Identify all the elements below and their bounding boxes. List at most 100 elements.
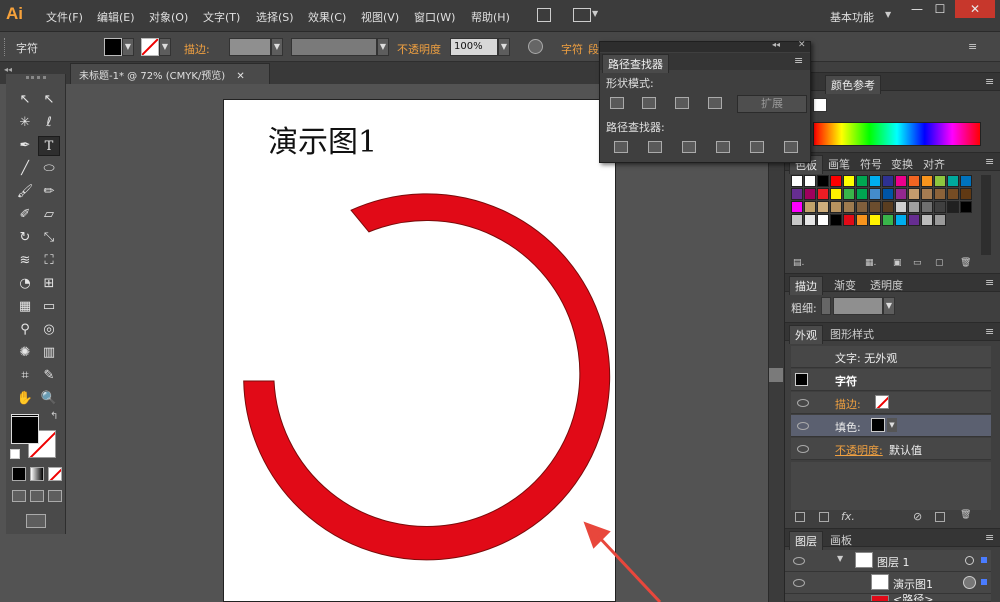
scrollbar-thumb[interactable] bbox=[769, 368, 783, 382]
color-swatch[interactable] bbox=[869, 214, 881, 226]
color-swatch[interactable] bbox=[804, 201, 816, 213]
collapse-panel-icon[interactable]: ◂◂ bbox=[772, 40, 780, 49]
new-swatch-icon[interactable]: ▢ bbox=[935, 258, 944, 268]
color-swatch[interactable] bbox=[817, 214, 829, 226]
color-swatch[interactable] bbox=[869, 188, 881, 200]
color-swatch[interactable] bbox=[830, 175, 842, 187]
appearance-character-row[interactable]: 字符 bbox=[791, 369, 991, 391]
color-swatch[interactable] bbox=[895, 188, 907, 200]
stroke-weight-dropdown[interactable]: ▼ bbox=[883, 297, 895, 315]
color-swatch[interactable] bbox=[791, 188, 803, 200]
fill-dropdown[interactable]: ▼ bbox=[887, 418, 897, 432]
tab-align[interactable]: 对齐 bbox=[918, 155, 950, 173]
tab-stroke[interactable]: 描边 bbox=[789, 276, 823, 295]
target-circle-icon[interactable] bbox=[965, 556, 974, 565]
appearance-fill-row[interactable]: 填色: ▼ bbox=[791, 415, 991, 437]
show-swatch-kinds-icon[interactable]: ▦. bbox=[865, 258, 876, 268]
add-effect-icon[interactable]: fx. bbox=[841, 510, 855, 523]
color-swatch[interactable] bbox=[856, 201, 868, 213]
layer-path-row[interactable]: <路径> bbox=[785, 594, 991, 602]
stroke-weight-input[interactable] bbox=[833, 297, 883, 315]
layer-path-name[interactable]: <路径> bbox=[893, 594, 933, 601]
color-swatch[interactable] bbox=[934, 175, 946, 187]
panel-menu-icon[interactable]: ≡ bbox=[985, 276, 994, 289]
intersect-icon[interactable] bbox=[675, 97, 689, 109]
color-swatch[interactable] bbox=[882, 201, 894, 213]
fill-swatch[interactable] bbox=[871, 418, 885, 432]
color-swatch[interactable] bbox=[895, 175, 907, 187]
color-swatch[interactable] bbox=[895, 201, 907, 213]
minus-back-icon[interactable] bbox=[784, 141, 798, 153]
clear-appearance-icon[interactable]: ⊘ bbox=[913, 510, 922, 523]
visibility-eye-icon[interactable] bbox=[793, 579, 805, 587]
layer-item-row[interactable]: 演示图1 bbox=[785, 572, 991, 594]
color-swatch[interactable] bbox=[934, 214, 946, 226]
panel-menu-icon[interactable]: ≡ bbox=[985, 325, 994, 338]
minus-front-icon[interactable] bbox=[642, 97, 656, 109]
color-swatch[interactable] bbox=[921, 214, 933, 226]
color-swatch[interactable] bbox=[921, 175, 933, 187]
color-swatch[interactable] bbox=[791, 175, 803, 187]
delete-swatch-icon[interactable]: 🗑 bbox=[960, 258, 971, 268]
layer-item-name[interactable]: 演示图1 bbox=[893, 576, 933, 592]
visibility-eye-icon[interactable] bbox=[797, 399, 809, 407]
panel-menu-icon[interactable]: ≡ bbox=[794, 54, 803, 67]
panel-titlebar[interactable]: ◂◂ ✕ bbox=[600, 40, 810, 52]
tab-layers[interactable]: 图层 bbox=[789, 531, 823, 550]
color-swatch[interactable] bbox=[947, 188, 959, 200]
color-swatch[interactable] bbox=[869, 175, 881, 187]
color-swatch[interactable] bbox=[934, 188, 946, 200]
color-swatch[interactable] bbox=[934, 201, 946, 213]
color-swatch[interactable] bbox=[804, 214, 816, 226]
color-swatch[interactable] bbox=[856, 175, 868, 187]
color-swatch[interactable] bbox=[791, 201, 803, 213]
color-swatch[interactable] bbox=[960, 175, 972, 187]
unite-icon[interactable] bbox=[610, 97, 624, 109]
color-swatch[interactable] bbox=[856, 188, 868, 200]
color-swatch-white[interactable] bbox=[813, 98, 827, 112]
panel-menu-icon[interactable]: ≡ bbox=[985, 531, 994, 544]
swatches-scrollbar[interactable] bbox=[981, 175, 991, 255]
color-swatch[interactable] bbox=[882, 188, 894, 200]
color-swatch[interactable] bbox=[817, 188, 829, 200]
delete-item-icon[interactable]: 🗑 bbox=[960, 510, 971, 520]
layer-name[interactable]: 图层 1 bbox=[877, 554, 910, 570]
swatch-libraries-icon[interactable]: ▤. bbox=[793, 258, 804, 268]
color-swatch[interactable] bbox=[908, 175, 920, 187]
color-swatch[interactable] bbox=[947, 201, 959, 213]
color-swatch[interactable] bbox=[882, 175, 894, 187]
target-circle-icon[interactable] bbox=[963, 576, 976, 589]
color-swatch[interactable] bbox=[882, 214, 894, 226]
color-swatch[interactable] bbox=[843, 201, 855, 213]
appearance-stroke-row[interactable]: 描边: bbox=[791, 392, 991, 414]
color-swatch[interactable] bbox=[869, 201, 881, 213]
color-swatch[interactable] bbox=[830, 214, 842, 226]
stroke-weight-stepper[interactable] bbox=[821, 297, 831, 315]
expand-triangle-icon[interactable]: ▼ bbox=[837, 554, 843, 563]
tab-color-guide[interactable]: 颜色参考 bbox=[825, 75, 881, 94]
merge-icon[interactable] bbox=[682, 141, 696, 153]
trim-icon[interactable] bbox=[648, 141, 662, 153]
color-swatch[interactable] bbox=[830, 201, 842, 213]
color-swatch[interactable] bbox=[921, 201, 933, 213]
tab-transform[interactable]: 变换 bbox=[886, 155, 918, 173]
color-swatch[interactable] bbox=[908, 201, 920, 213]
color-swatch[interactable] bbox=[791, 214, 803, 226]
tab-brushes[interactable]: 画笔 bbox=[823, 155, 855, 173]
tab-artboards[interactable]: 画板 bbox=[825, 531, 857, 549]
layer-row[interactable]: ▼ 图层 1 bbox=[785, 550, 991, 572]
new-color-group-icon[interactable]: ▭ bbox=[913, 258, 922, 268]
color-swatch[interactable] bbox=[817, 201, 829, 213]
tab-graphic-styles[interactable]: 图形样式 bbox=[825, 325, 879, 343]
color-swatch[interactable] bbox=[843, 175, 855, 187]
tab-symbols[interactable]: 符号 bbox=[855, 155, 887, 173]
duplicate-item-icon[interactable] bbox=[935, 512, 945, 522]
stroke-none-swatch[interactable] bbox=[875, 395, 889, 409]
color-swatch[interactable] bbox=[908, 188, 920, 200]
red-ring-path[interactable] bbox=[243, 193, 611, 561]
tab-transparency[interactable]: 透明度 bbox=[865, 276, 908, 294]
tab-pathfinder[interactable]: 路径查找器 bbox=[602, 54, 669, 73]
add-stroke-icon[interactable] bbox=[795, 512, 805, 522]
expand-button[interactable]: 扩展 bbox=[737, 95, 807, 113]
color-swatch[interactable] bbox=[856, 214, 868, 226]
